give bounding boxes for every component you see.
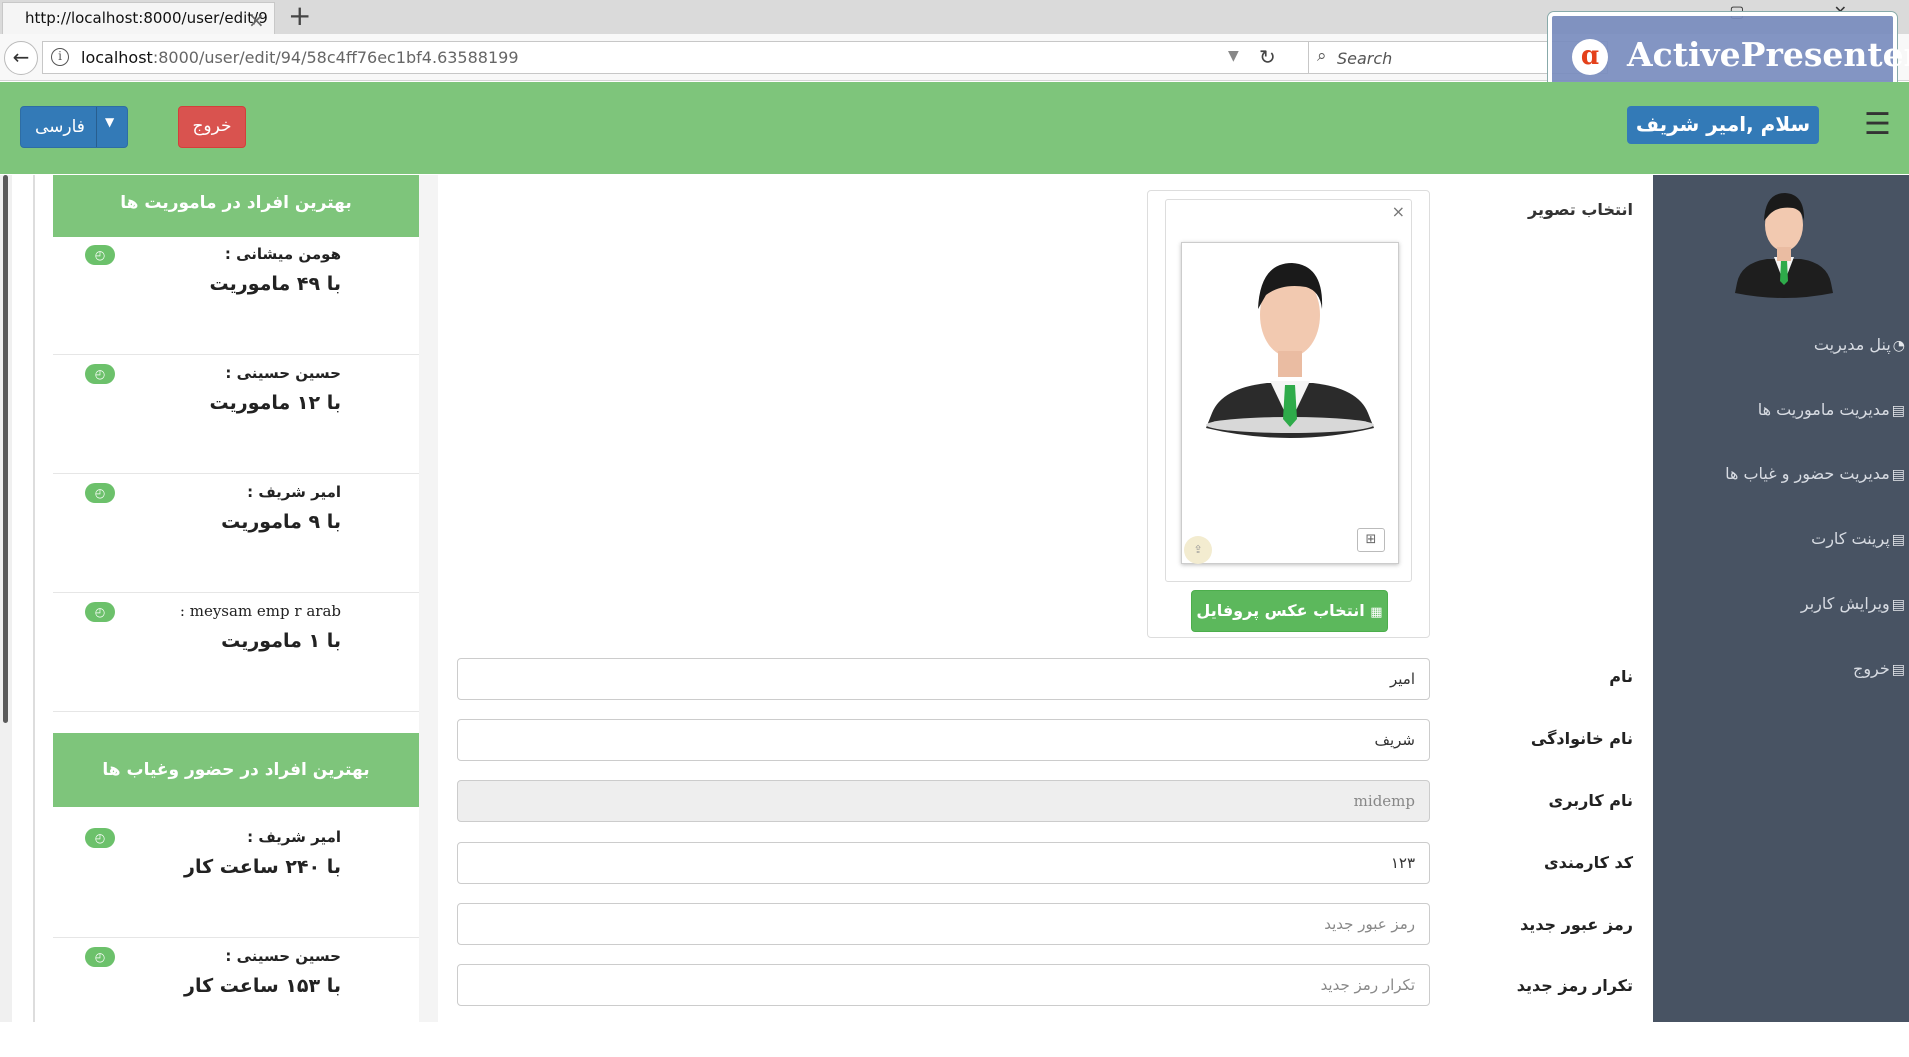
plus-icon[interactable]: +: [288, 0, 311, 32]
picture-label: انتخاب تصویر: [1528, 200, 1633, 219]
username-field: [457, 780, 1430, 822]
leaderboard-item: meysam emp r arab : با ۱ ماموریت ◴: [53, 594, 419, 712]
username-label: نام کاربری: [1548, 791, 1633, 810]
activepresenter-logo-icon: ɑ: [1572, 39, 1608, 75]
language-dropdown-button[interactable]: فارسی ▼: [20, 106, 128, 148]
sidebar-item-label: پنل مدیریت: [1813, 335, 1891, 354]
url-text: localhost:8000/user/edit/94/58c4ff76ec1b…: [81, 48, 519, 67]
leader-name: حسین حسینی :: [225, 947, 341, 965]
sidebar-item-logout[interactable]: ▤خروج: [1653, 659, 1909, 699]
browser-tab[interactable]: http://localhost:8000/user/edit/9 ×: [2, 2, 275, 34]
employee-code-field[interactable]: [457, 842, 1430, 884]
chevron-down-icon[interactable]: ▼: [1228, 48, 1239, 64]
sidebar-item-label: مدیریت حضور و غیاب ها: [1725, 464, 1890, 483]
panel-divider: [33, 175, 35, 1022]
profile-picture-card: × ⊞ ⇪ انتخاب عکس پروفایل ▦: [1147, 190, 1430, 638]
address-bar[interactable]: i localhost:8000/user/edit/94/58c4ff76ec…: [42, 41, 1312, 74]
confirm-password-label: تکرار رمز جدید: [1516, 976, 1633, 995]
new-password-field[interactable]: [457, 903, 1430, 945]
missions-leaderboard-title: بهترین افراد در ماموریت ها: [53, 175, 419, 237]
sidebar-item-label: پرینت کارت: [1811, 529, 1890, 548]
book-icon: ▤: [1891, 662, 1905, 678]
sidebar-item-print-card[interactable]: ▤پرینت کارت: [1653, 529, 1909, 569]
leader-name: meysam emp r arab :: [179, 602, 341, 620]
clock-icon: ◴: [85, 245, 115, 265]
clock-icon: ◴: [85, 483, 115, 503]
select-photo-button[interactable]: انتخاب عکس پروفایل ▦: [1191, 590, 1388, 632]
reload-icon[interactable]: ↻: [1259, 45, 1276, 69]
app-header: فارسی ▼ خروج سلام ,امیر شریف ☰: [0, 82, 1909, 174]
user-avatar-icon: [1206, 263, 1374, 438]
language-label: فارسی: [35, 117, 85, 137]
search-placeholder: Search: [1337, 49, 1393, 68]
leader-name: امیر شریف :: [247, 483, 341, 501]
leaderboard-item: حسین حسینی : با ۱۲ ماموریت ◴: [53, 356, 419, 474]
watermark-text: ActivePresenter: [1627, 35, 1909, 74]
zoom-icon[interactable]: ⊞: [1357, 528, 1385, 552]
clock-icon: ◴: [85, 828, 115, 848]
employee-code-label: کد کارمندی: [1544, 853, 1633, 872]
search-icon: ⌕: [1317, 46, 1327, 66]
last-name-label: نام خانوادگی: [1530, 729, 1633, 748]
select-photo-label: انتخاب عکس پروفایل: [1196, 601, 1365, 620]
leader-count: با ۴۹ ماموریت: [209, 273, 341, 295]
logout-button[interactable]: خروج: [178, 106, 246, 148]
leader-count: با ۱ ماموریت: [221, 630, 341, 652]
last-name-field[interactable]: [457, 719, 1430, 761]
book-icon: ▤: [1891, 597, 1905, 613]
book-icon: ▤: [1891, 403, 1905, 419]
clock-icon: ◴: [85, 364, 115, 384]
leader-count: با ۱۵۳ ساعت کار: [184, 975, 341, 997]
tab-title: http://localhost:8000/user/edit/9: [25, 9, 268, 27]
attendance-leaderboard-title: بهترین افراد در حضور وغیاب ها: [53, 733, 419, 807]
leader-count: با ۲۴۰ ساعت کار: [184, 856, 341, 878]
sidebar-item-missions[interactable]: ▤مدیریت ماموریت ها: [1653, 400, 1909, 440]
upload-icon[interactable]: ⇪: [1184, 536, 1212, 564]
sidebar-item-dashboard[interactable]: ◔پنل مدیریت: [1653, 335, 1909, 375]
caret-down-icon[interactable]: ▼: [105, 115, 114, 129]
user-greeting-button[interactable]: سلام ,امیر شریف: [1627, 106, 1819, 144]
confirm-password-field[interactable]: [457, 964, 1430, 1006]
sidebar-item-label: ویرایش کاربر: [1800, 594, 1890, 613]
avatar: ⊞ ⇪: [1181, 242, 1399, 564]
scrollbar-thumb[interactable]: [3, 175, 8, 723]
sidebar: ◔پنل مدیریت ▤مدیریت ماموریت ها ▤مدیریت ح…: [1653, 175, 1909, 1022]
book-icon: ▤: [1891, 532, 1905, 548]
leaderboard-item: هومن میشانی : با ۴۹ ماموریت ◴: [53, 237, 419, 355]
leader-name: هومن میشانی :: [224, 245, 341, 263]
dashboard-icon: ◔: [1892, 338, 1905, 354]
leader-name: امیر شریف :: [247, 828, 341, 846]
leaderboard-item: حسین حسینی : با ۱۵۳ ساعت کار ◴: [53, 939, 419, 1057]
leaderboard-item: امیر شریف : با ۲۴۰ ساعت کار ◴: [53, 820, 419, 938]
first-name-field[interactable]: [457, 658, 1430, 700]
hamburger-menu-icon[interactable]: ☰: [1864, 110, 1891, 140]
sidebar-item-label: مدیریت ماموریت ها: [1757, 400, 1890, 419]
panel-gap: [419, 175, 438, 1022]
scrollbar[interactable]: [0, 175, 12, 1022]
close-icon[interactable]: ×: [1392, 202, 1405, 221]
clock-icon: ◴: [85, 602, 115, 622]
sidebar-item-label: خروج: [1852, 659, 1890, 678]
back-arrow-icon[interactable]: ←: [4, 41, 38, 75]
leader-count: با ۹ ماموریت: [221, 511, 341, 533]
user-avatar-icon: [1735, 193, 1833, 298]
book-icon: ▤: [1891, 467, 1905, 483]
edit-user-form: [438, 175, 1653, 1022]
new-password-label: رمز عبور جدید: [1520, 915, 1633, 934]
leader-name: حسین حسینی :: [225, 364, 341, 382]
info-icon[interactable]: i: [51, 48, 69, 66]
leaderboard-item: امیر شریف : با ۹ ماموریت ◴: [53, 475, 419, 593]
first-name-label: نام: [1609, 667, 1633, 686]
sidebar-item-edit-user[interactable]: ▤ویرایش کاربر: [1653, 594, 1909, 634]
leader-count: با ۱۲ ماموریت: [209, 392, 341, 414]
clock-icon: ◴: [85, 947, 115, 967]
picture-preview: × ⊞ ⇪: [1165, 199, 1412, 582]
sidebar-item-attendance[interactable]: ▤مدیریت حضور و غیاب ها: [1653, 464, 1909, 504]
image-icon: ▦: [1370, 605, 1383, 620]
close-tab-icon[interactable]: ×: [248, 5, 265, 34]
split-divider: [96, 107, 97, 147]
